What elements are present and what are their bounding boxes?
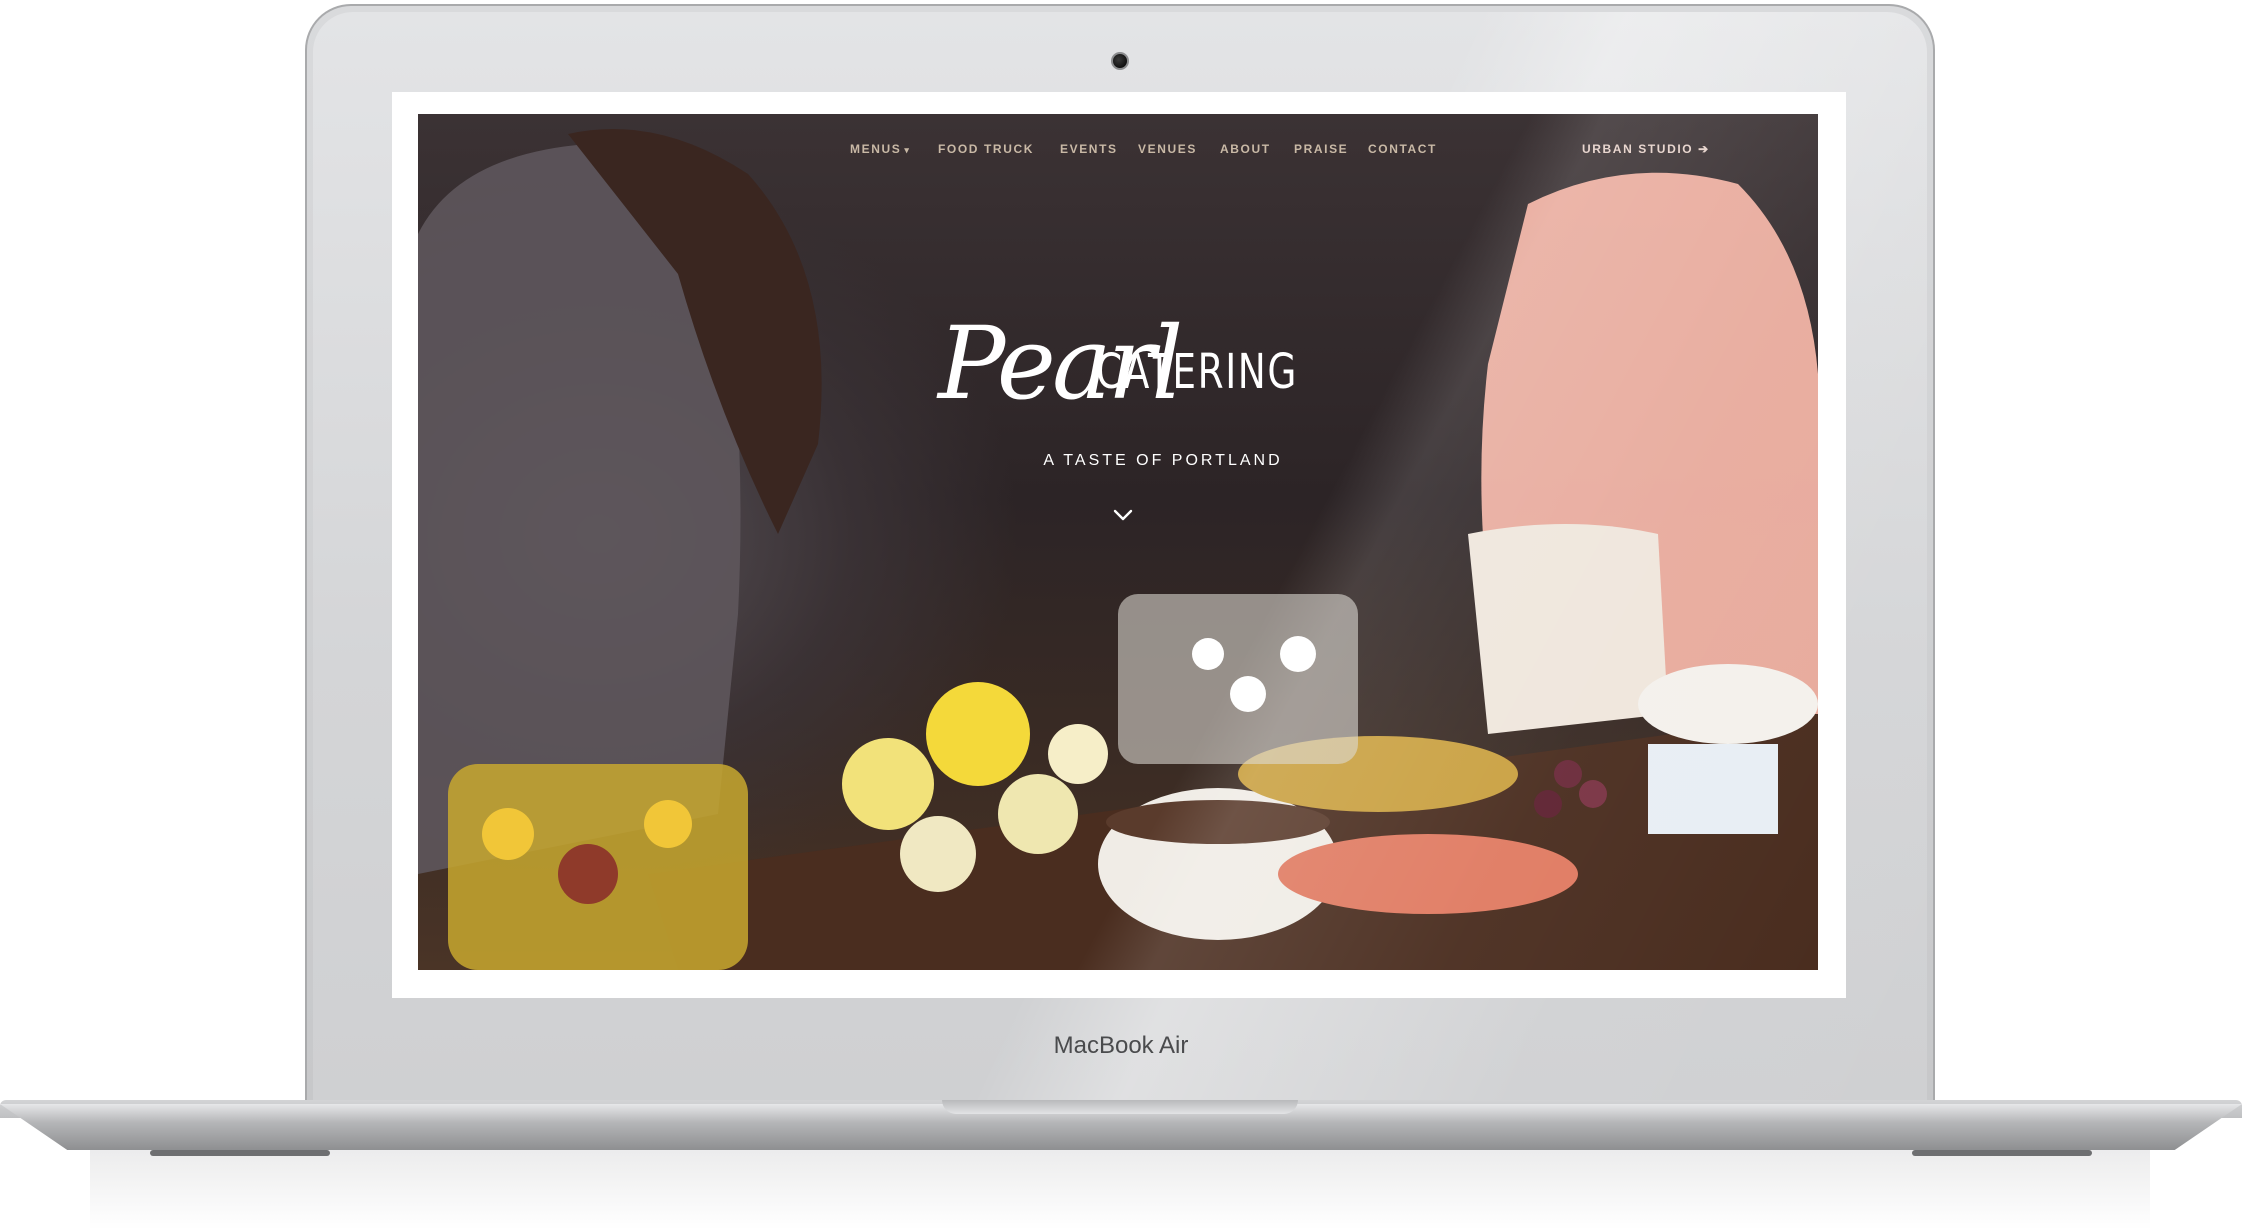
site-navigation: MENUS ▾ FOOD TRUCK EVENTS VENUES ABOUT PR… <box>418 134 1818 164</box>
nav-food-truck[interactable]: FOOD TRUCK <box>938 134 1034 164</box>
nav-venues[interactable]: VENUES <box>1138 134 1197 164</box>
hero-tagline: A TASTE OF PORTLAND <box>1043 452 1283 469</box>
laptop-opening-notch <box>942 1100 1298 1114</box>
laptop-reflection <box>90 1150 2150 1230</box>
chevron-down-icon[interactable] <box>1111 506 1135 524</box>
nav-praise[interactable]: PRAISE <box>1294 134 1348 164</box>
camera-icon <box>1111 52 1129 70</box>
laptop-foot-right <box>1912 1150 2092 1156</box>
laptop-foot-left <box>150 1150 330 1156</box>
website-screen: MENUS ▾ FOOD TRUCK EVENTS VENUES ABOUT PR… <box>418 114 1818 970</box>
pearl-catering-logo[interactable]: Pearl CATERING <box>938 304 1298 444</box>
chevron-down-icon: ▾ <box>904 145 911 155</box>
arrow-right-icon: ➔ <box>1698 142 1710 156</box>
nav-urban-studio-label: URBAN STUDIO <box>1582 142 1694 156</box>
nav-urban-studio[interactable]: URBAN STUDIO ➔ <box>1582 134 1710 164</box>
nav-menus[interactable]: MENUS ▾ <box>850 134 910 165</box>
nav-events[interactable]: EVENTS <box>1060 134 1118 164</box>
nav-contact[interactable]: CONTACT <box>1368 134 1437 164</box>
logo-wordmark: CATERING <box>1096 344 1298 400</box>
device-model-label: MacBook Air <box>1053 1032 1189 1059</box>
nav-menus-label: MENUS <box>850 142 902 156</box>
nav-about[interactable]: ABOUT <box>1220 134 1271 164</box>
screen-glare <box>418 114 1818 970</box>
